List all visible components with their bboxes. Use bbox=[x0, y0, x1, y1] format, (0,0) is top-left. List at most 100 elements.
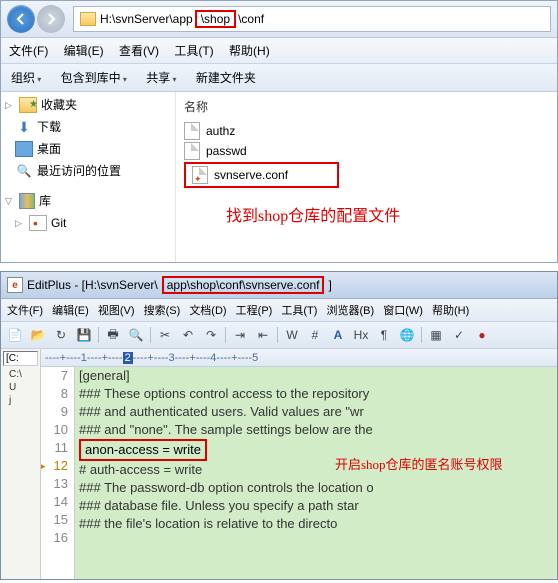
line-gutter: 78910111213141516 bbox=[41, 367, 75, 579]
menu-view[interactable]: 查看(V) bbox=[119, 44, 159, 58]
code-line: ### database file. Unless you specify a … bbox=[79, 497, 374, 515]
menu-help[interactable]: 帮助(H) bbox=[229, 44, 270, 58]
sidebar-label: 桌面 bbox=[37, 140, 61, 158]
outdent-icon[interactable]: ⇤ bbox=[253, 325, 273, 345]
title-suffix: ] bbox=[328, 278, 331, 292]
open-file-icon[interactable]: 📂 bbox=[28, 325, 48, 345]
annotation-text: 找到shop仓库的配置文件 bbox=[226, 202, 400, 226]
ep-menu-view[interactable]: 视图(V) bbox=[98, 305, 135, 317]
ep-menu-doc[interactable]: 文档(D) bbox=[189, 305, 226, 317]
web-icon[interactable]: 🌐 bbox=[397, 325, 417, 345]
forward-button[interactable] bbox=[37, 5, 65, 33]
sidebar-label: Git bbox=[51, 214, 66, 232]
drive-selector[interactable]: [C: bbox=[3, 351, 38, 366]
library-icon bbox=[19, 193, 35, 209]
code-line: # auth-access = write bbox=[79, 461, 374, 479]
code-line: ### the file's location is relative to t… bbox=[79, 515, 374, 533]
new-folder-button[interactable]: 新建文件夹 bbox=[196, 71, 256, 85]
ep-menu-file[interactable]: 文件(F) bbox=[7, 305, 43, 317]
indent-icon[interactable]: ⇥ bbox=[230, 325, 250, 345]
editplus-toolbar: 📄 📂 ↻ 💾 🖶 🔍 ✂ ↶ ↷ ⇥ ⇤ W # A Hx ¶ 🌐 ▦ ✓ ● bbox=[1, 322, 557, 349]
sidebar-item-libraries[interactable]: ▽库 bbox=[1, 190, 175, 212]
ruler-cursor: 2 bbox=[123, 352, 133, 364]
file-row[interactable]: authz bbox=[184, 121, 549, 141]
menu-file[interactable]: 文件(F) bbox=[9, 44, 48, 58]
ep-menu-window[interactable]: 窗口(W) bbox=[383, 305, 423, 317]
dir-item[interactable]: U bbox=[3, 381, 38, 394]
title-prefix: EditPlus - [H:\svnServer\ bbox=[27, 278, 158, 292]
desktop-icon bbox=[15, 141, 33, 157]
editplus-sidebar: [C: C:\ U j bbox=[1, 349, 41, 579]
file-name: authz bbox=[206, 122, 235, 140]
address-highlight: \shop bbox=[195, 10, 236, 28]
explorer-window: H:\svnServer\app\shop\conf 文件(F) 编辑(E) 查… bbox=[0, 0, 558, 263]
annotation-text: 开启shop仓库的匿名账号权限 bbox=[335, 456, 503, 474]
record-icon[interactable]: ● bbox=[472, 325, 492, 345]
editplus-window: e EditPlus - [H:\svnServer\app\shop\conf… bbox=[0, 271, 558, 580]
preview-icon[interactable]: 🔍 bbox=[126, 325, 146, 345]
ep-menu-search[interactable]: 搜索(S) bbox=[144, 305, 181, 317]
sidebar-item-favorites[interactable]: ▷收藏夹 bbox=[1, 94, 175, 116]
ep-menu-tools[interactable]: 工具(T) bbox=[281, 305, 317, 317]
highlighted-code: anon-access = write bbox=[79, 439, 207, 461]
sidebar-label: 最近访问的位置 bbox=[37, 162, 121, 180]
code-area[interactable]: 78910111213141516 [general] ### These op… bbox=[41, 367, 557, 579]
redo-icon[interactable]: ↷ bbox=[201, 325, 221, 345]
ep-menu-help[interactable]: 帮助(H) bbox=[432, 305, 469, 317]
file-name: svnserve.conf bbox=[214, 166, 288, 184]
hex-icon[interactable]: Hx bbox=[351, 325, 371, 345]
sidebar-label: 库 bbox=[39, 192, 51, 210]
sidebar-item-recent[interactable]: 最近访问的位置 bbox=[1, 160, 175, 182]
save-icon[interactable]: 💾 bbox=[74, 325, 94, 345]
include-lib-button[interactable]: 包含到库中 bbox=[61, 71, 127, 85]
address-input[interactable]: H:\svnServer\app\shop\conf bbox=[73, 6, 551, 32]
explorer-menu: 文件(F) 编辑(E) 查看(V) 工具(T) 帮助(H) bbox=[1, 38, 557, 64]
new-file-icon[interactable]: 📄 bbox=[5, 325, 25, 345]
spell-icon[interactable]: ✓ bbox=[449, 325, 469, 345]
file-name: passwd bbox=[206, 142, 247, 160]
column-icon[interactable]: ▦ bbox=[426, 325, 446, 345]
dir-item[interactable]: C:\ bbox=[3, 368, 38, 381]
print-icon[interactable]: 🖶 bbox=[103, 325, 123, 345]
sidebar-item-git[interactable]: ▷Git bbox=[1, 212, 175, 234]
nonprint-icon[interactable]: ¶ bbox=[374, 325, 394, 345]
sidebar-item-downloads[interactable]: 下载 bbox=[1, 116, 175, 138]
highlight-box: svnserve.conf bbox=[184, 162, 339, 188]
explorer-sidebar: ▷收藏夹 下载 桌面 最近访问的位置 ▽库 ▷Git bbox=[1, 92, 176, 262]
linenum-icon[interactable]: # bbox=[305, 325, 325, 345]
sidebar-label: 下载 bbox=[37, 118, 61, 136]
file-icon bbox=[184, 122, 200, 140]
cut-icon[interactable]: ✂ bbox=[155, 325, 175, 345]
refresh-icon[interactable]: ↻ bbox=[51, 325, 71, 345]
code-line: ### and "none". The sample settings belo… bbox=[79, 421, 374, 439]
file-row[interactable]: passwd bbox=[184, 141, 549, 161]
code-line: ### and authenticated users. Valid value… bbox=[79, 403, 374, 421]
editplus-menu: 文件(F) 编辑(E) 视图(V) 搜索(S) 文档(D) 工程(P) 工具(T… bbox=[1, 299, 557, 322]
download-icon bbox=[15, 119, 33, 135]
code-line: anon-access = write bbox=[79, 439, 374, 461]
title-highlight: app\shop\conf\svnserve.conf bbox=[162, 276, 325, 294]
font-icon[interactable]: A bbox=[328, 325, 348, 345]
menu-tools[interactable]: 工具(T) bbox=[174, 44, 213, 58]
back-button[interactable] bbox=[7, 5, 35, 33]
code-lines[interactable]: [general] ### These options control acce… bbox=[75, 367, 378, 579]
dir-item[interactable]: j bbox=[3, 394, 38, 407]
editor-area: ----+----1----+----2----+----3----+----4… bbox=[41, 349, 557, 579]
share-button[interactable]: 共享 bbox=[146, 71, 176, 85]
organize-button[interactable]: 组织 bbox=[11, 71, 41, 85]
recent-icon bbox=[15, 163, 33, 179]
file-row[interactable]: svnserve.conf bbox=[184, 161, 549, 189]
folder-icon bbox=[80, 12, 96, 26]
column-name[interactable]: 名称 bbox=[184, 94, 549, 121]
menu-edit[interactable]: 编辑(E) bbox=[64, 44, 104, 58]
file-icon bbox=[184, 142, 200, 160]
ep-menu-browser[interactable]: 浏览器(B) bbox=[327, 305, 375, 317]
editplus-titlebar: e EditPlus - [H:\svnServer\app\shop\conf… bbox=[1, 272, 557, 299]
undo-icon[interactable]: ↶ bbox=[178, 325, 198, 345]
ep-menu-project[interactable]: 工程(P) bbox=[236, 305, 273, 317]
ep-menu-edit[interactable]: 编辑(E) bbox=[52, 305, 89, 317]
wrap-icon[interactable]: W bbox=[282, 325, 302, 345]
file-list-pane: 名称 authz passwd svnserve.conf 找到shop仓库的配… bbox=[176, 92, 557, 262]
code-line: [general] bbox=[79, 367, 374, 385]
sidebar-item-desktop[interactable]: 桌面 bbox=[1, 138, 175, 160]
